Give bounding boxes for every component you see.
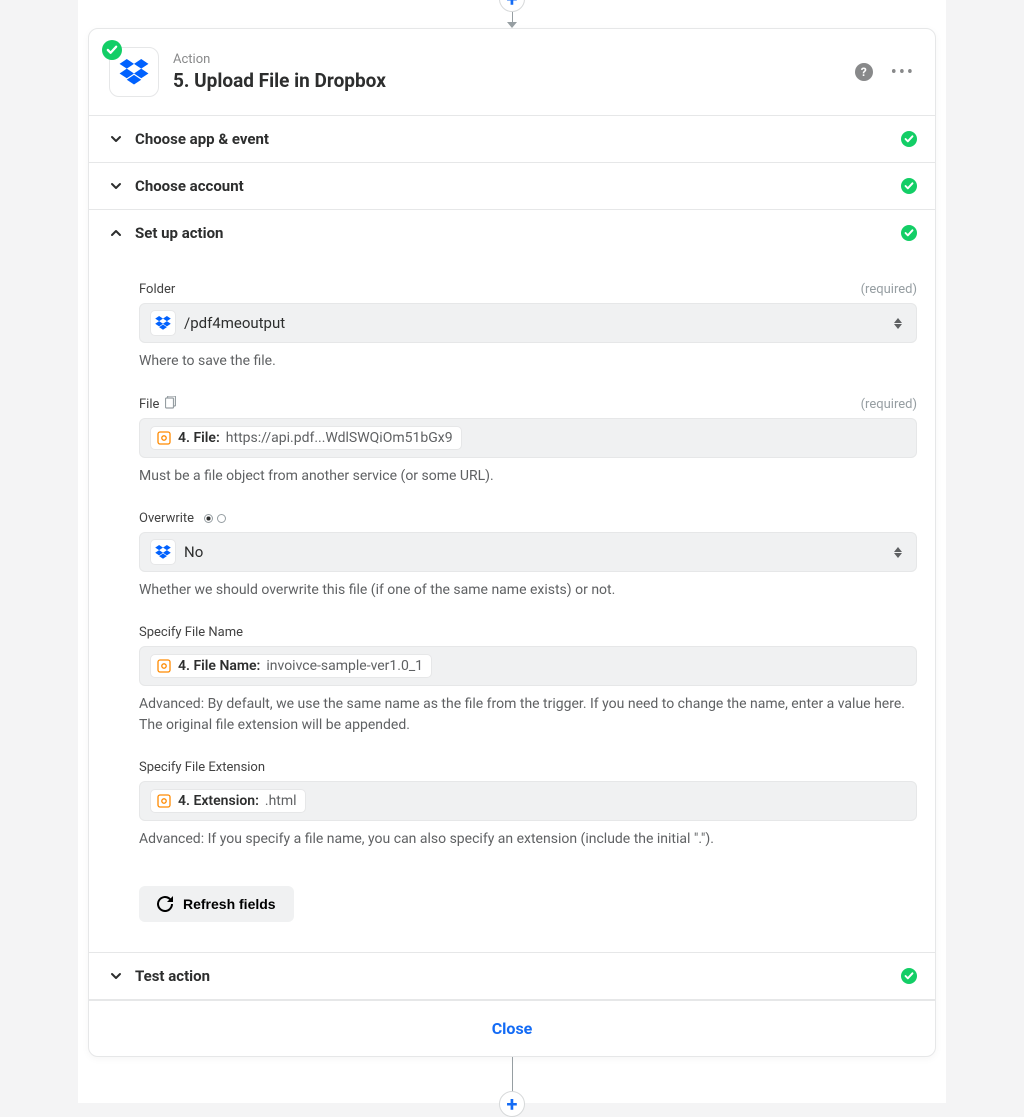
status-check-icon bbox=[901, 178, 917, 194]
mapped-value-pill[interactable]: 4. Extension: .html bbox=[150, 789, 306, 813]
field-label: Specify File Name bbox=[139, 625, 243, 640]
pill-label: 4. Extension: bbox=[178, 793, 259, 809]
step-title: 5. Upload File in Dropbox bbox=[173, 69, 841, 92]
pill-value: .html bbox=[265, 793, 297, 809]
pill-label: 4. File Name: bbox=[178, 658, 260, 674]
refresh-fields-button[interactable]: Refresh fields bbox=[139, 886, 294, 922]
dropbox-icon bbox=[150, 310, 176, 336]
setup-action-body: Folder (required) /pdf4meoutput Where to… bbox=[89, 256, 935, 952]
section-label: Test action bbox=[135, 967, 901, 985]
status-check-icon bbox=[901, 225, 917, 241]
section-label: Choose account bbox=[135, 177, 901, 195]
add-step-button-top[interactable]: + bbox=[499, 0, 525, 12]
select-caret-icon bbox=[890, 547, 906, 558]
folder-value: /pdf4meoutput bbox=[184, 314, 882, 332]
mapped-value-pill[interactable]: 4. File Name: invoivce-sample-ver1.0_1 bbox=[150, 654, 432, 678]
close-label: Close bbox=[492, 1019, 533, 1038]
file-input[interactable]: 4. File: https://api.pdf...WdlSWQiOm51bG… bbox=[139, 418, 917, 458]
connector-arrow bbox=[507, 22, 517, 28]
field-extension: Specify File Extension 4. Extension: .ht… bbox=[139, 760, 917, 850]
app-icon bbox=[109, 47, 159, 97]
field-label: Overwrite bbox=[139, 511, 194, 526]
section-setup-action[interactable]: Set up action bbox=[89, 210, 935, 256]
field-help: Where to save the file. bbox=[139, 351, 917, 372]
refresh-label: Refresh fields bbox=[183, 896, 276, 912]
chevron-down-icon bbox=[107, 180, 125, 192]
status-check-icon bbox=[901, 968, 917, 984]
field-label: Folder bbox=[139, 282, 175, 297]
field-help: Must be a file object from another servi… bbox=[139, 466, 917, 487]
dropbox-icon bbox=[150, 539, 176, 565]
close-button[interactable]: Close bbox=[89, 1000, 935, 1056]
field-help: Advanced: If you specify a file name, yo… bbox=[139, 829, 917, 850]
more-menu-icon[interactable]: ••• bbox=[891, 62, 915, 83]
pill-value: invoivce-sample-ver1.0_1 bbox=[266, 658, 423, 674]
field-filename: Specify File Name 4. File Name: invoivce… bbox=[139, 625, 917, 736]
required-label: (required) bbox=[861, 282, 917, 297]
section-label: Set up action bbox=[135, 224, 901, 242]
radio-option-selected bbox=[204, 514, 213, 523]
help-icon[interactable]: ? bbox=[855, 63, 873, 81]
status-check-icon bbox=[901, 131, 917, 147]
map-pill-icon bbox=[156, 430, 172, 446]
card-header: Action 5. Upload File in Dropbox ? ••• bbox=[89, 29, 935, 116]
step-type-label: Action bbox=[173, 52, 841, 67]
refresh-icon bbox=[157, 896, 173, 912]
pill-value: https://api.pdf...WdlSWQiOm51bGx9 bbox=[226, 430, 453, 446]
section-choose-app[interactable]: Choose app & event bbox=[89, 116, 935, 163]
section-choose-account[interactable]: Choose account bbox=[89, 163, 935, 210]
dropbox-icon bbox=[119, 59, 149, 85]
action-step-card: Action 5. Upload File in Dropbox ? ••• C… bbox=[88, 28, 936, 1057]
field-label: Specify File Extension bbox=[139, 760, 265, 775]
field-file: File (required) 4. File: https://api.pdf… bbox=[139, 396, 917, 487]
field-help: Advanced: By default, we use the same na… bbox=[139, 694, 917, 736]
chevron-down-icon bbox=[107, 133, 125, 145]
add-step-button-bottom[interactable]: + bbox=[499, 1091, 525, 1117]
field-label: File bbox=[139, 397, 159, 412]
map-pill-icon bbox=[156, 658, 172, 674]
chevron-down-icon bbox=[107, 970, 125, 982]
section-label: Choose app & event bbox=[135, 130, 901, 148]
extension-input[interactable]: 4. Extension: .html bbox=[139, 781, 917, 821]
field-type-toggle[interactable] bbox=[204, 514, 226, 523]
mapped-value-pill[interactable]: 4. File: https://api.pdf...WdlSWQiOm51bG… bbox=[150, 426, 462, 450]
field-help: Whether we should overwrite this file (i… bbox=[139, 580, 917, 601]
folder-select[interactable]: /pdf4meoutput bbox=[139, 303, 917, 343]
select-caret-icon bbox=[890, 318, 906, 329]
chevron-up-icon bbox=[107, 227, 125, 239]
status-check-badge bbox=[102, 40, 122, 60]
map-pill-icon bbox=[156, 793, 172, 809]
field-overwrite: Overwrite No Wheth bbox=[139, 511, 917, 601]
overwrite-value: No bbox=[184, 543, 882, 561]
radio-option bbox=[217, 514, 226, 523]
filename-input[interactable]: 4. File Name: invoivce-sample-ver1.0_1 bbox=[139, 646, 917, 686]
copy-icon bbox=[165, 396, 176, 412]
overwrite-select[interactable]: No bbox=[139, 532, 917, 572]
required-label: (required) bbox=[861, 397, 917, 412]
field-folder: Folder (required) /pdf4meoutput Where to… bbox=[139, 282, 917, 372]
section-test-action[interactable]: Test action bbox=[89, 952, 935, 1000]
pill-label: 4. File: bbox=[178, 430, 220, 446]
